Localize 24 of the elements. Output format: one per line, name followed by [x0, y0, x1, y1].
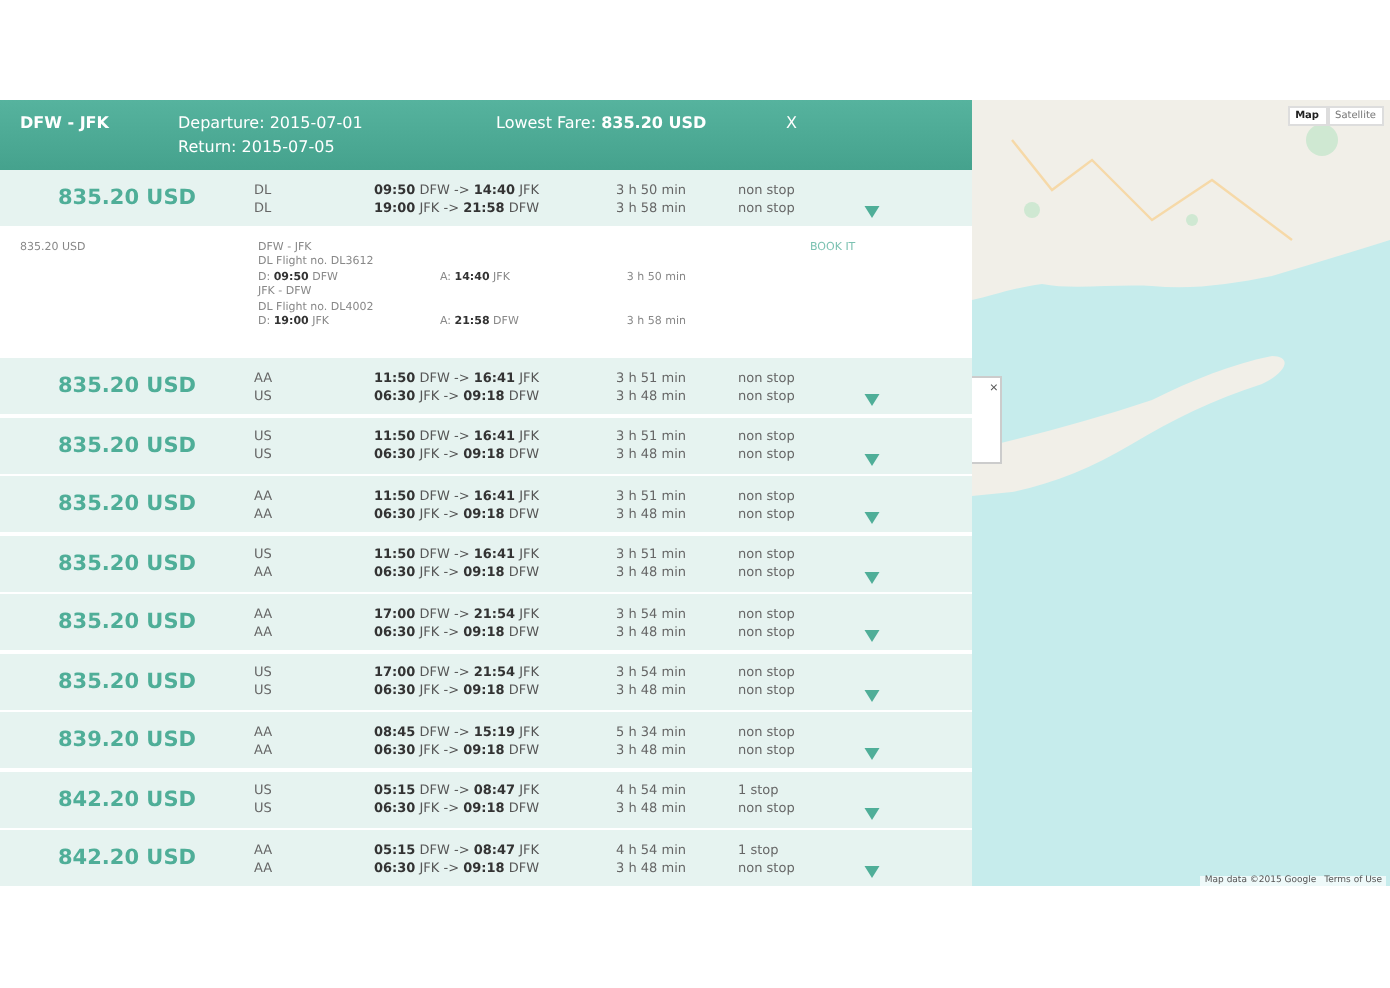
flight-price: 835.20 USD — [56, 186, 198, 210]
flight-price: 835.20 USD — [56, 669, 198, 693]
flight-price: 835.20 USD — [56, 610, 198, 634]
flight-price: 842.20 USD — [56, 787, 198, 811]
lowest-fare: Lowest Fare: 835.20 USD — [496, 114, 709, 132]
flight-price: 835.20 USD — [56, 551, 198, 575]
caret-icon[interactable] — [864, 512, 880, 524]
caret-icon[interactable] — [864, 453, 880, 465]
route-title: DFW - JFK — [20, 114, 111, 132]
caret-icon[interactable] — [864, 571, 880, 583]
caret-icon[interactable] — [864, 748, 880, 760]
caret-icon[interactable] — [864, 807, 880, 819]
flight-price: 842.20 USD — [56, 846, 198, 870]
flight-price: 835.20 USD — [56, 492, 198, 516]
departure-date: Departure: 2015-07-01 — [178, 114, 365, 132]
caret-icon[interactable] — [864, 630, 880, 642]
flight-price: 835.20 USD — [56, 374, 198, 398]
caret-icon[interactable] — [864, 206, 880, 218]
flight-price: 839.20 USD — [56, 728, 198, 752]
caret-icon[interactable] — [864, 394, 880, 406]
caret-icon[interactable] — [864, 866, 880, 878]
return-date: Return: 2015-07-05 — [178, 138, 337, 156]
flight-price: 835.20 USD — [56, 433, 198, 457]
caret-icon[interactable] — [864, 689, 880, 701]
